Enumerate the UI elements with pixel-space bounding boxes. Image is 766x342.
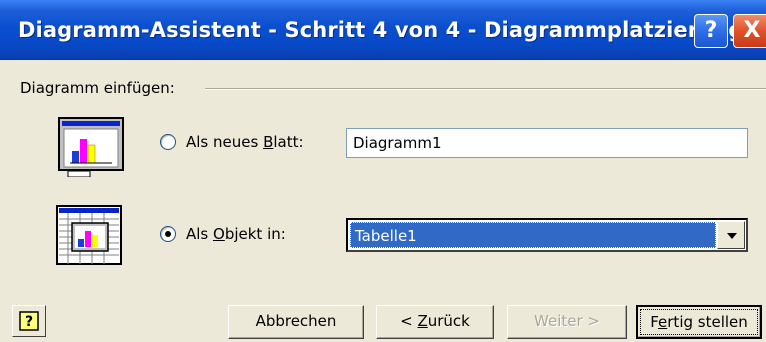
group-divider (205, 88, 766, 90)
as-object-radio[interactable] (160, 226, 176, 242)
as-object-label-prefix: Als (186, 225, 214, 243)
svg-text:?: ? (25, 314, 33, 330)
new-sheet-name-input[interactable]: Diagramm1 (346, 128, 748, 158)
new-sheet-label-prefix: Als neues (186, 133, 264, 151)
chart-new-sheet-icon (58, 117, 124, 177)
cancel-button[interactable]: Abbrechen (228, 305, 364, 339)
chevron-down-icon[interactable] (717, 221, 745, 249)
back-label-accel: Z (417, 312, 428, 330)
close-button[interactable]: X (733, 14, 766, 48)
target-sheet-selected-value: Tabelle1 (350, 222, 716, 248)
target-sheet-select[interactable]: Tabelle1 (346, 218, 748, 252)
new-sheet-label-accel: B (263, 133, 274, 151)
as-object-label-accel: O (213, 225, 225, 243)
finish-label-accel: e (658, 313, 668, 331)
finish-button-focus: Fertig stellen (640, 309, 758, 335)
new-sheet-label-suffix: latt: (273, 133, 304, 151)
group-label: Diagramm einfügen: (20, 78, 181, 98)
finish-label-prefix: F (650, 313, 659, 331)
title-help-button[interactable]: ? (694, 14, 728, 48)
chart-wizard-dialog: Diagramm-Assistent - Schritt 4 von 4 - D… (0, 0, 766, 342)
next-button-disabled: Weiter > (507, 305, 627, 339)
back-label-prefix: < (400, 312, 418, 330)
new-sheet-label[interactable]: Als neues Blatt: (186, 132, 304, 152)
back-label-suffix: urück (427, 312, 470, 330)
window-title: Diagramm-Assistent - Schritt 4 von 4 - D… (18, 18, 744, 42)
finish-label-suffix: rtig stellen (667, 313, 748, 331)
as-object-label[interactable]: Als Objekt in: (186, 224, 286, 244)
title-bar[interactable]: Diagramm-Assistent - Schritt 4 von 4 - D… (0, 0, 766, 60)
chart-embedded-object-icon (56, 205, 122, 265)
as-object-label-suffix: bjekt in: (224, 225, 286, 243)
new-sheet-radio[interactable] (160, 134, 176, 150)
back-button[interactable]: < Zurück (376, 305, 494, 339)
finish-button[interactable]: Fertig stellen (636, 305, 762, 339)
office-assistant-help-icon[interactable]: ? (12, 305, 46, 337)
